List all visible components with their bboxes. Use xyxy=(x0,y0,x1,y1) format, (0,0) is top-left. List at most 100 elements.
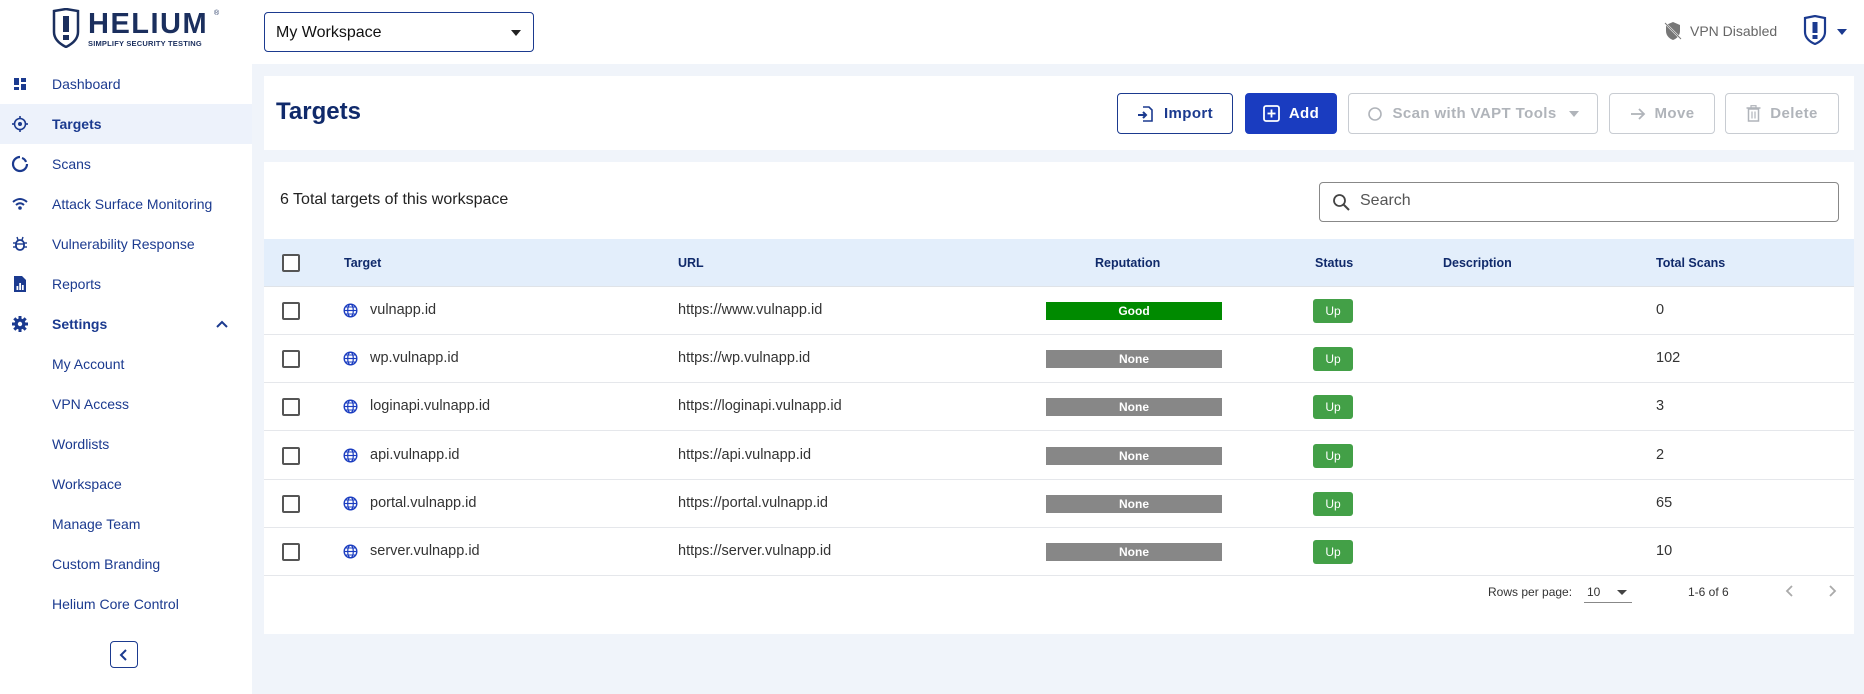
sidebar-subitem-label: Workspace xyxy=(52,476,122,492)
column-header-total-scans[interactable]: Total Scans xyxy=(1656,256,1725,270)
target-name[interactable]: api.vulnapp.id xyxy=(370,447,460,463)
page-title: Targets xyxy=(276,98,361,125)
row-checkbox[interactable] xyxy=(282,350,300,369)
loading-ring-icon xyxy=(1368,106,1383,121)
search-field[interactable] xyxy=(1319,182,1839,222)
reputation-badge: None xyxy=(1046,350,1222,369)
column-header-status[interactable]: Status xyxy=(1315,256,1353,270)
import-button[interactable]: Import xyxy=(1117,93,1233,134)
row-checkbox[interactable] xyxy=(282,302,300,320)
reputation-badge: None xyxy=(1046,494,1222,513)
helium-logo[interactable]: HELIUM ® SIMPLIFY SECURITY TESTING xyxy=(52,8,222,50)
account-menu[interactable] xyxy=(1802,15,1852,47)
sidebar-item-label: Attack Surface Monitoring xyxy=(52,196,213,212)
target-name[interactable]: server.vulnapp.id xyxy=(370,543,480,559)
brand-name: HELIUM xyxy=(88,8,209,40)
page-header: Targets Import Add Scan with VAPT Tools … xyxy=(264,76,1854,150)
total-scans-value: 3 xyxy=(1656,398,1665,415)
sidebar-nav: Dashboard Targets Scans Attack Surface M… xyxy=(0,64,252,624)
target-name[interactable]: vulnapp.id xyxy=(370,302,436,318)
sidebar-subitem-manage-team[interactable]: Manage Team xyxy=(0,504,252,544)
sidebar-subitem-workspace[interactable]: Workspace xyxy=(0,464,252,504)
reputation-badge: None xyxy=(1046,398,1222,417)
sidebar: HELIUM ® SIMPLIFY SECURITY TESTING Dashb… xyxy=(0,0,252,694)
column-header-reputation[interactable]: Reputation xyxy=(1095,256,1160,270)
target-url: https://wp.vulnapp.id xyxy=(678,350,811,367)
brand-tagline: SIMPLIFY SECURITY TESTING xyxy=(88,39,202,48)
sidebar-subitem-wordlists[interactable]: Wordlists xyxy=(0,424,252,464)
search-icon xyxy=(1333,194,1350,211)
status-badge: Up xyxy=(1313,540,1353,564)
sidebar-subitem-label: Manage Team xyxy=(52,516,141,532)
table-row[interactable]: wp.vulnapp.id https://wp.vulnapp.id None Up… xyxy=(264,335,1854,384)
sidebar-subitem-label: Wordlists xyxy=(52,436,110,452)
rows-per-page-value: 10 xyxy=(1587,585,1601,599)
sidebar-item-reports[interactable]: Reports xyxy=(0,264,252,304)
sidebar-item-settings[interactable]: Settings xyxy=(0,304,252,344)
sidebar-item-label: Settings xyxy=(52,316,108,332)
arrow-right-icon xyxy=(1630,107,1645,120)
target-url: https://loginapi.vulnapp.id xyxy=(678,398,842,415)
scan-icon xyxy=(11,155,29,173)
target-name[interactable]: loginapi.vulnapp.id xyxy=(370,398,490,414)
rows-per-page-select[interactable]: 10 xyxy=(1584,577,1632,603)
table-row[interactable]: api.vulnapp.id https://api.vulnapp.id None… xyxy=(264,432,1854,480)
reputation-badge: None xyxy=(1046,446,1222,465)
target-url: https://server.vulnapp.id xyxy=(678,543,832,559)
sidebar-item-attack-surface-monitoring[interactable]: Attack Surface Monitoring xyxy=(0,184,252,224)
workspace-select[interactable]: My Workspace xyxy=(264,12,534,52)
total-scans-value: 65 xyxy=(1656,494,1673,511)
add-button-label: Add xyxy=(1288,105,1320,122)
sidebar-subitem-custom-branding[interactable]: Custom Branding xyxy=(0,544,252,584)
globe-icon xyxy=(343,399,358,414)
table-row[interactable]: portal.vulnapp.id https://portal.vulnapp.… xyxy=(264,480,1854,528)
previous-page-button[interactable] xyxy=(1778,579,1802,603)
chevron-up-icon[interactable] xyxy=(214,316,230,332)
sidebar-subitem-label: My Account xyxy=(52,356,125,372)
total-scans-value: 0 xyxy=(1656,302,1665,318)
status-badge: Up xyxy=(1313,443,1353,468)
table-header: Target URL Reputation Status Description… xyxy=(264,239,1854,287)
sidebar-subitem-my-account[interactable]: My Account xyxy=(0,344,252,384)
next-page-button[interactable] xyxy=(1820,579,1844,603)
sidebar-subitem-vpn-access[interactable]: VPN Access xyxy=(0,384,252,424)
total-targets-text: 6 Total targets of this workspace xyxy=(280,191,509,208)
move-button[interactable]: Move xyxy=(1609,93,1715,134)
delete-button[interactable]: Delete xyxy=(1725,93,1839,134)
sidebar-item-label: Targets xyxy=(52,116,102,132)
sidebar-item-scans[interactable]: Scans xyxy=(0,144,252,184)
scan-with-vapt-tools-button[interactable]: Scan with VAPT Tools xyxy=(1348,93,1598,134)
sidebar-item-targets[interactable]: Targets xyxy=(0,104,252,144)
collapse-sidebar-button[interactable] xyxy=(110,641,138,668)
delete-button-label: Delete xyxy=(1770,105,1818,122)
row-checkbox[interactable] xyxy=(282,446,300,465)
globe-icon xyxy=(343,351,358,366)
trash-icon xyxy=(1746,105,1761,122)
select-all-checkbox[interactable] xyxy=(282,254,300,272)
import-button-label: Import xyxy=(1163,105,1214,122)
table-row[interactable]: vulnapp.id https://www.vulnapp.id Good Up 0 xyxy=(264,287,1854,335)
row-checkbox[interactable] xyxy=(282,543,300,561)
table-row[interactable]: loginapi.vulnapp.id https://loginapi.vuln… xyxy=(264,383,1854,432)
shield-off-icon xyxy=(1664,22,1682,40)
row-checkbox[interactable] xyxy=(282,494,300,513)
target-name[interactable]: wp.vulnapp.id xyxy=(370,350,459,366)
move-button-label: Move xyxy=(1654,105,1695,122)
wifi-icon xyxy=(12,198,28,210)
caret-down-icon xyxy=(1568,110,1579,117)
column-header-url[interactable]: URL xyxy=(678,256,704,270)
sidebar-item-dashboard[interactable]: Dashboard xyxy=(0,64,252,104)
table-row[interactable]: server.vulnapp.id https://server.vulnapp.… xyxy=(264,528,1854,576)
add-button[interactable]: Add xyxy=(1245,93,1337,134)
status-badge: Up xyxy=(1313,491,1353,516)
sidebar-subitem-helium-core-control[interactable]: Helium Core Control xyxy=(0,584,252,624)
row-checkbox[interactable] xyxy=(282,398,300,417)
status-badge: Up xyxy=(1313,299,1353,323)
sidebar-item-label: Reports xyxy=(52,276,102,292)
column-header-target[interactable]: Target xyxy=(344,256,381,270)
target-name[interactable]: portal.vulnapp.id xyxy=(370,495,476,511)
sidebar-item-vulnerability-response[interactable]: Vulnerability Response xyxy=(0,224,252,264)
sidebar-subitem-label: Helium Core Control xyxy=(52,596,179,612)
column-header-description[interactable]: Description xyxy=(1443,256,1512,270)
search-input[interactable] xyxy=(1360,192,1820,210)
